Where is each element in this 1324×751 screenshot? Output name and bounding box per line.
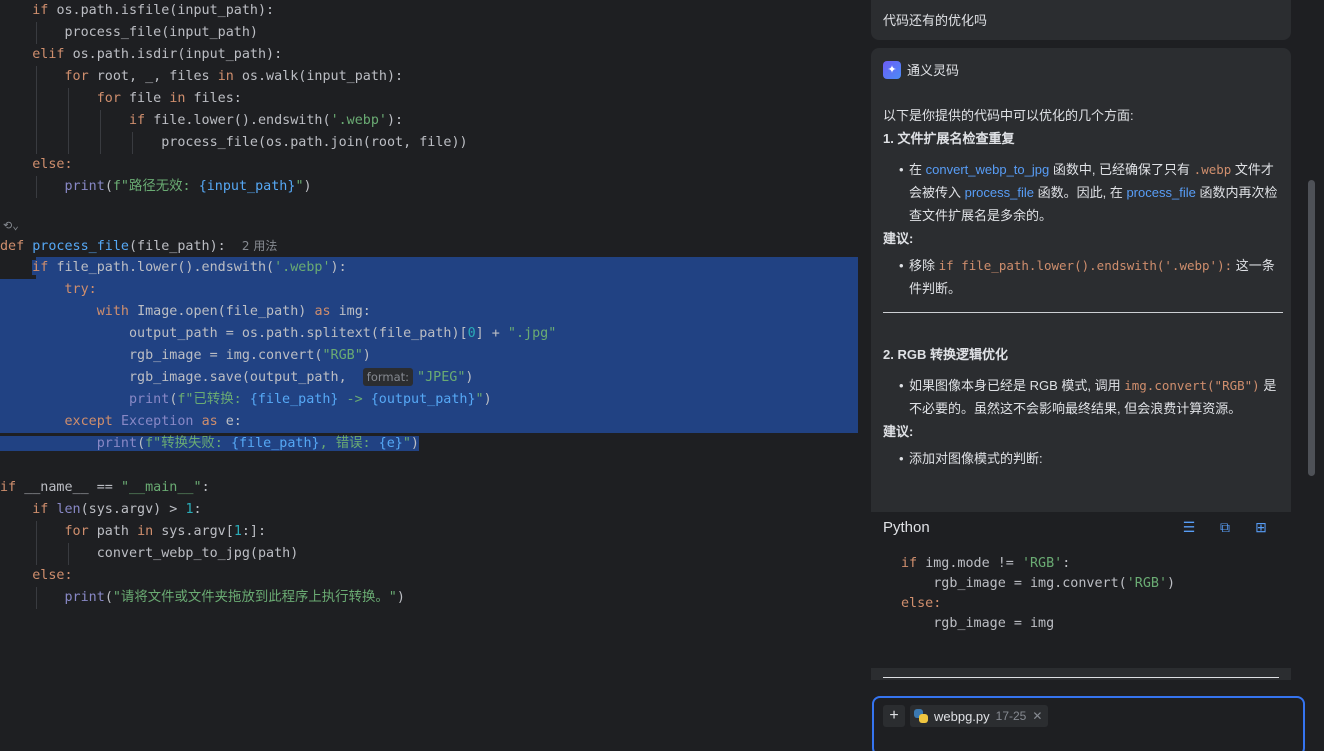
code-editor[interactable]: if os.path.isfile(input_path): process_f… <box>0 0 860 751</box>
add-context-button[interactable]: + <box>883 705 905 727</box>
new-file-icon[interactable]: ⊞ <box>1243 519 1279 536</box>
insert-diff-icon[interactable]: ☰ <box>1171 519 1207 536</box>
list-item: 添加对图像模式的判断: <box>883 447 1283 470</box>
code-line[interactable]: def process_file(file_path): 2 用法 <box>0 235 858 257</box>
user-message-text: 代码还有的优化吗 <box>883 13 988 28</box>
symbol-link[interactable]: process_file <box>965 185 1034 200</box>
code-line-selected[interactable]: output_path = os.path.splitext(file_path… <box>0 323 858 345</box>
code-line[interactable]: if __name__ == "__main__": <box>0 477 858 499</box>
suggestion-label: 建议: <box>883 424 914 439</box>
list-item: 在 convert_webp_to_jpg 函数中, 已经确保了只有 .webp… <box>883 158 1283 227</box>
divider <box>883 312 1283 313</box>
code-line-selected[interactable]: print(f"转换失败: {file_path}, 错误: {e}") <box>0 433 858 455</box>
code-line-selected[interactable]: try: <box>0 279 858 301</box>
code-line[interactable]: if len(sys.argv) > 1: <box>0 499 858 521</box>
assistant-answer-body: 以下是你提供的代码中可以优化的几个方面: 1. 文件扩展名检查重复 在 conv… <box>883 104 1283 470</box>
code-line[interactable]: print("请将文件或文件夹拖放到此程序上执行转换。") <box>0 587 858 609</box>
context-file-range: 17-25 <box>995 709 1027 723</box>
code-line[interactable]: process_file(input_path) <box>0 22 858 44</box>
code-snippet: Python ☰ ⧉ ⊞ if img.mode != 'RGB': rgb_i… <box>871 512 1291 668</box>
assistant-message: ✦ 通义灵码 以下是你提供的代码中可以优化的几个方面: 1. 文件扩展名检查重复… <box>871 48 1291 680</box>
code-line[interactable]: if file.lower().endswith('.webp'): <box>0 110 858 132</box>
suggestion-label: 建议: <box>883 231 914 246</box>
code-line-selected[interactable]: except Exception as e: <box>0 411 858 433</box>
code-line[interactable]: else: <box>0 154 858 176</box>
tongyi-logo-icon: ✦ <box>883 60 901 79</box>
code-line[interactable]: for root, _, files in os.walk(input_path… <box>0 66 858 88</box>
code-snippet-header: Python ☰ ⧉ ⊞ <box>871 512 1291 542</box>
code-line[interactable]: if os.path.isfile(input_path): <box>0 0 858 22</box>
chat-input[interactable]: + webpg.py 17-25 ✕ <box>872 696 1305 751</box>
code-line[interactable]: convert_webp_to_jpg(path) <box>0 543 858 565</box>
context-file-chip[interactable]: webpg.py 17-25 ✕ <box>910 705 1049 727</box>
code-line-selected[interactable]: rgb_image = img.convert("RGB") <box>0 345 858 367</box>
param-hint: format: <box>362 368 414 386</box>
divider <box>883 677 1279 678</box>
assistant-header: ✦ 通义灵码 <box>883 60 959 79</box>
code-line[interactable]: for path in sys.argv[1:]: <box>0 521 858 543</box>
code-line[interactable]: elif os.path.isdir(input_path): <box>0 44 858 66</box>
code-line[interactable]: for file in files: <box>0 88 858 110</box>
code-snippet-body[interactable]: if img.mode != 'RGB': rgb_image = img.co… <box>871 542 1291 646</box>
close-icon[interactable]: ✕ <box>1032 709 1042 723</box>
symbol-link[interactable]: convert_webp_to_jpg <box>926 162 1050 177</box>
code-line-overlay: if file_path.lower().endswith('.webp'): <box>32 260 347 275</box>
ai-chat-panel: 代码还有的优化吗 ✦ 通义灵码 以下是你提供的代码中可以优化的几个方面: 1. … <box>860 0 1324 751</box>
code-line[interactable]: print(f"路径无效: {input_path}") <box>0 176 858 198</box>
answer-intro: 以下是你提供的代码中可以优化的几个方面: <box>883 108 1134 123</box>
code-line[interactable]: process_file(os.path.join(root, file)) <box>0 132 858 154</box>
copy-icon[interactable]: ⧉ <box>1207 519 1243 536</box>
code-line-selected[interactable]: with Image.open(file_path) as img: <box>0 301 858 323</box>
fold-chevron-icon[interactable]: ⟲⌄ <box>3 219 19 232</box>
context-file-name: webpg.py <box>934 708 990 724</box>
chat-scrollbar[interactable] <box>1308 180 1315 476</box>
python-file-icon <box>914 709 928 723</box>
code-language-label: Python <box>883 518 930 536</box>
code-line[interactable]: else: <box>0 565 858 587</box>
list-item: 移除 if file_path.lower().endswith('.webp'… <box>883 254 1283 300</box>
assistant-name: 通义灵码 <box>907 63 960 78</box>
section-title: 1. 文件扩展名检查重复 <box>883 131 1015 146</box>
code-line-selected[interactable]: rgb_image.save(output_path, format: "JPEG… <box>0 367 858 389</box>
section-title: 2. RGB 转换逻辑优化 <box>883 347 1008 362</box>
list-item: 如果图像本身已经是 RGB 模式, 调用 img.convert("RGB") … <box>883 374 1283 420</box>
usages-hint[interactable]: 2 用法 <box>242 239 277 253</box>
symbol-link[interactable]: process_file <box>1126 185 1195 200</box>
user-message: 代码还有的优化吗 <box>871 0 1291 40</box>
code-line-selected[interactable]: print(f"已转换: {file_path} -> {output_path… <box>0 389 858 411</box>
